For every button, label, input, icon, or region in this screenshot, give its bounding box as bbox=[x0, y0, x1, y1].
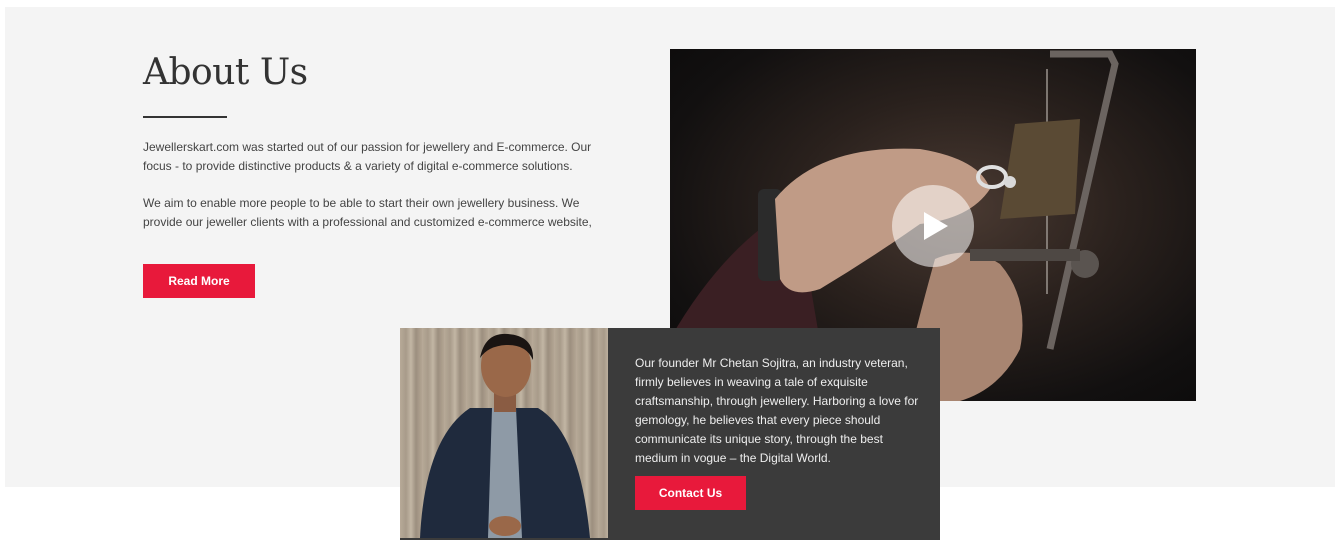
play-button[interactable] bbox=[892, 185, 974, 267]
play-icon bbox=[924, 212, 948, 240]
title-underline bbox=[143, 116, 227, 118]
read-more-button[interactable]: Read More bbox=[143, 264, 255, 298]
about-paragraph-2: We aim to enable more people to be able … bbox=[143, 196, 592, 229]
contact-us-button[interactable]: Contact Us bbox=[635, 476, 746, 510]
founder-description: Our founder Mr Chetan Sojitra, an indust… bbox=[635, 356, 919, 465]
about-paragraph-1: Jewellerskart.com was started out of our… bbox=[143, 140, 592, 173]
founder-photo bbox=[400, 328, 608, 538]
page-title: About Us bbox=[143, 52, 308, 93]
founder-card: Our founder Mr Chetan Sojitra, an indust… bbox=[400, 328, 940, 540]
